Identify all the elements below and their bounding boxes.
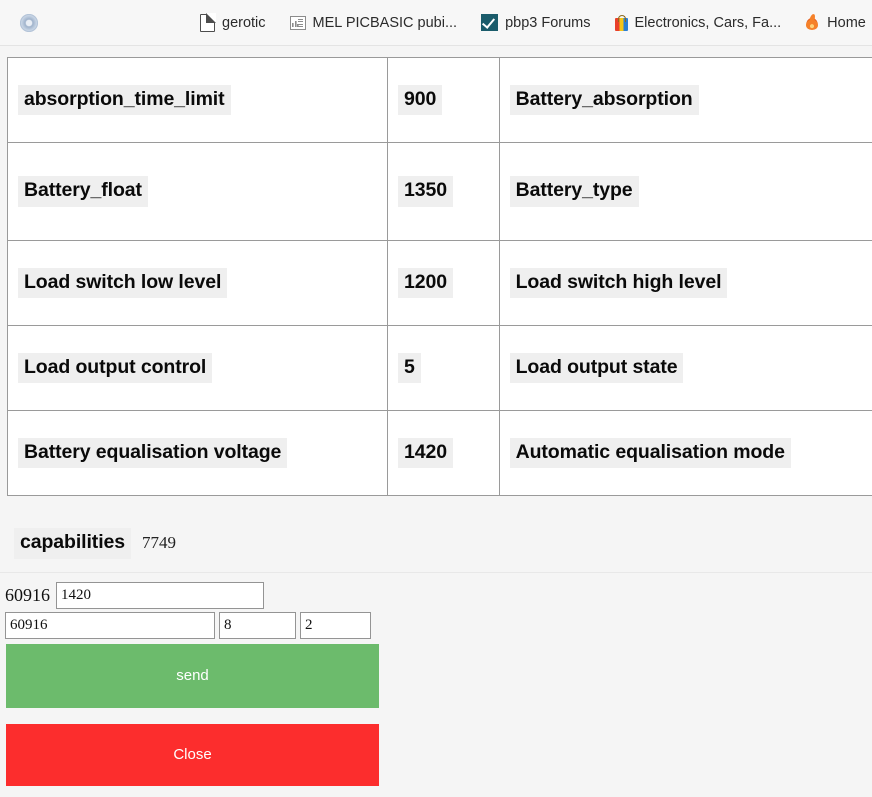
param-value-label: 1420 — [398, 438, 453, 469]
bookmark-label-gerotic: gerotic — [222, 15, 266, 31]
param-name-label: Battery_absorption — [510, 85, 699, 116]
param-name-label: Battery_type — [510, 176, 639, 207]
address-input[interactable] — [5, 612, 215, 639]
register-label: 60916 — [5, 585, 50, 606]
command-form: 60916 send Close — [0, 582, 872, 786]
capabilities-value: 7749 — [142, 533, 176, 553]
checkmark-icon — [481, 14, 498, 31]
value-input[interactable] — [56, 582, 264, 609]
table-row: Load switch low level 1200 Load switch h… — [8, 241, 872, 326]
table-cell-name: Load output control — [8, 326, 388, 411]
param-value-label: 1350 — [398, 176, 453, 207]
bookmark-label-pbp3-forums: pbp3 Forums — [505, 15, 590, 31]
parameters-table: absorption_time_limit 900 Battery_absorp… — [7, 57, 872, 496]
list-icon — [290, 16, 306, 30]
param-name-label: Automatic equalisation mode — [510, 438, 791, 469]
param-value-label: 1200 — [398, 268, 453, 299]
bookmark-label-electronics: Electronics, Cars, Fa... — [635, 15, 782, 31]
bookmark-item-pbp3-forums[interactable]: pbp3 Forums — [475, 8, 596, 38]
shopping-bag-icon — [615, 15, 628, 31]
param-name-label: Load output control — [18, 353, 212, 384]
address-params-row — [0, 612, 872, 639]
table-cell-name: Load switch high level — [499, 241, 872, 326]
param-b-input[interactable] — [300, 612, 371, 639]
table-cell-name: Battery_float — [8, 143, 388, 241]
bookmark-item-mel-picbasic[interactable]: MEL PICBASIC pubi... — [284, 8, 464, 38]
bookmark-item-disc[interactable] — [14, 8, 44, 38]
param-name-label: Battery_float — [18, 176, 148, 207]
close-button[interactable]: Close — [6, 724, 379, 786]
bookmarks-bar: gerotic MEL PICBASIC pubi... pbp3 Forums… — [0, 0, 872, 46]
bookmark-item-home[interactable]: Home — [799, 8, 872, 38]
table-row: Battery_float 1350 Battery_type 255 — [8, 143, 872, 241]
section-divider — [0, 572, 872, 573]
table-cell-name: Automatic equalisation mode — [499, 411, 872, 496]
param-a-input[interactable] — [219, 612, 296, 639]
table-cell-name: Battery equalisation voltage — [8, 411, 388, 496]
param-name-label: Load switch low level — [18, 268, 227, 299]
document-icon — [200, 14, 215, 32]
table-cell-name: Battery_type — [499, 143, 872, 241]
send-button[interactable]: send — [6, 644, 379, 708]
table-cell-value: 900 — [388, 58, 500, 143]
table-cell-value: 1350 — [388, 143, 500, 241]
table-row: Load output control 5 Load output state — [8, 326, 872, 411]
param-value-label: 900 — [398, 85, 442, 116]
param-name-label: Load switch high level — [510, 268, 728, 299]
param-value-label: 5 — [398, 353, 421, 384]
table-cell-name: absorption_time_limit — [8, 58, 388, 143]
bookmark-label-mel-picbasic: MEL PICBASIC pubi... — [313, 15, 458, 31]
bookmark-item-gerotic[interactable]: gerotic — [194, 8, 272, 38]
table-row: Battery equalisation voltage 1420 Automa… — [8, 411, 872, 496]
bookmark-label-home: Home — [827, 15, 866, 31]
table-cell-value: 1420 — [388, 411, 500, 496]
table-cell-value: 5 — [388, 326, 500, 411]
disc-icon — [20, 14, 38, 32]
table-row: absorption_time_limit 900 Battery_absorp… — [8, 58, 872, 143]
table-cell-name: Load switch low level — [8, 241, 388, 326]
bookmark-item-electronics[interactable]: Electronics, Cars, Fa... — [609, 8, 788, 38]
table-cell-value: 1200 — [388, 241, 500, 326]
table-cell-name: Battery_absorption — [499, 58, 872, 143]
flame-icon — [805, 14, 820, 31]
capabilities-row: capabilities 7749 — [14, 528, 176, 559]
page-content: absorption_time_limit 900 Battery_absorp… — [0, 46, 872, 797]
capabilities-label: capabilities — [14, 528, 131, 559]
param-name-label: Load output state — [510, 353, 684, 384]
register-value-row: 60916 — [0, 582, 872, 609]
param-name-label: Battery equalisation voltage — [18, 438, 287, 469]
param-name-label: absorption_time_limit — [18, 85, 231, 116]
table-cell-name: Load output state — [499, 326, 872, 411]
